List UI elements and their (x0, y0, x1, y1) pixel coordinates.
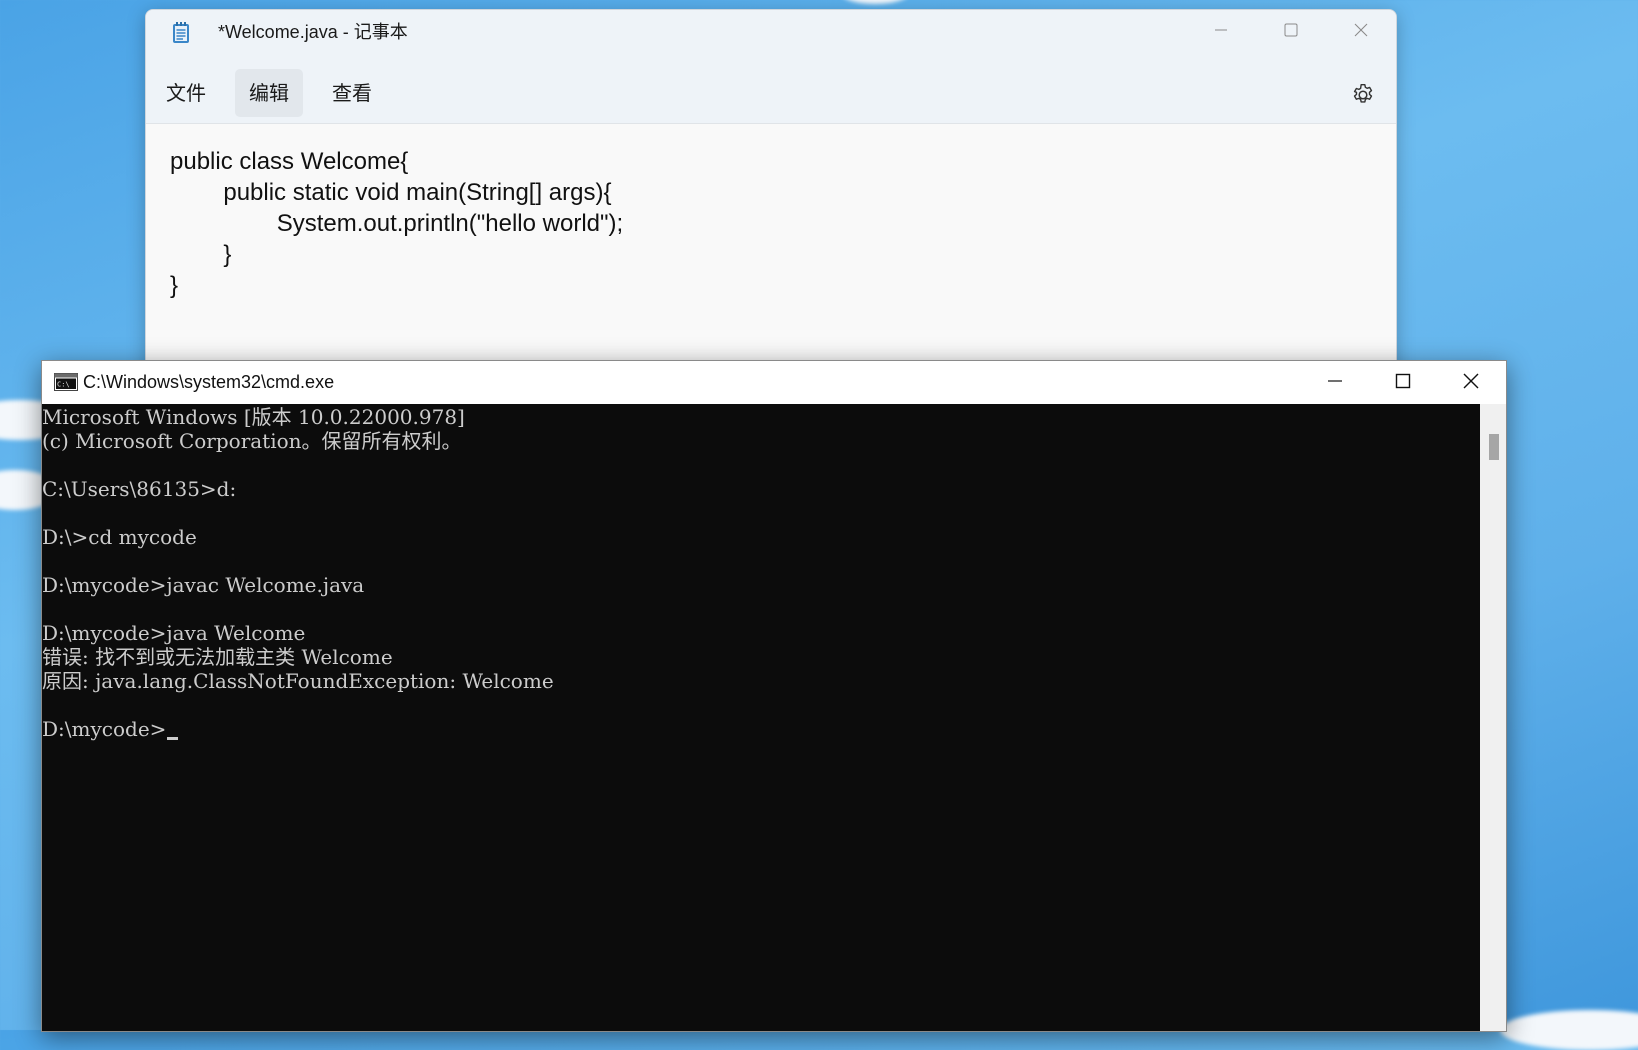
console-line: D:\mycode>javac Welcome.java (42, 573, 365, 597)
svg-text:C:\: C:\ (57, 381, 70, 389)
console-line: (c) Microsoft Corporation。保留所有权利。 (42, 429, 462, 453)
notepad-icon (172, 22, 190, 44)
notepad-maximize-button[interactable] (1256, 10, 1326, 54)
minimize-icon (1213, 22, 1229, 42)
menu-file[interactable]: 文件 (152, 69, 220, 117)
cmd-title: C:\Windows\system32\cmd.exe (83, 372, 335, 392)
wallpaper-cloud (1500, 1010, 1638, 1050)
editor-line: public class Welcome{ (170, 148, 409, 175)
menu-view[interactable]: 查看 (318, 69, 386, 117)
maximize-icon (1395, 373, 1411, 393)
menu-edit[interactable]: 编辑 (235, 69, 303, 117)
cmd-maximize-button[interactable] (1370, 361, 1436, 405)
editor-line: public static void main(String[] args){ (170, 179, 612, 206)
console-line: D:\mycode>java Welcome (42, 621, 306, 645)
console-line: 错误: 找不到或无法加载主类 Welcome (42, 645, 393, 669)
cmd-scrollbar[interactable] (1480, 404, 1506, 1031)
notepad-window: *Welcome.java - 记事本 文件 编辑 查看 public clas… (145, 9, 1397, 391)
scrollbar-thumb[interactable] (1489, 434, 1499, 460)
cmd-icon: C:\ (54, 373, 78, 391)
notepad-titlebar[interactable]: *Welcome.java - 记事本 (146, 10, 1396, 56)
console-line: Microsoft Windows [版本 10.0.22000.978] (42, 405, 465, 429)
editor-line: } (170, 272, 179, 299)
notepad-menubar: 文件 编辑 查看 (146, 56, 1396, 124)
cmd-close-button[interactable] (1436, 361, 1506, 405)
editor-line: System.out.println("hello world"); (170, 210, 624, 237)
maximize-icon (1283, 22, 1299, 42)
close-icon (1353, 22, 1369, 42)
cmd-titlebar[interactable]: C:\ C:\Windows\system32\cmd.exe (42, 361, 1506, 404)
close-icon (1462, 372, 1480, 394)
wallpaper-cloud (840, 0, 910, 4)
gear-icon[interactable] (1350, 82, 1376, 108)
notepad-minimize-button[interactable] (1186, 10, 1256, 54)
cmd-minimize-button[interactable] (1302, 361, 1368, 405)
console-line: 原因: java.lang.ClassNotFoundException: We… (42, 669, 554, 693)
text-cursor (167, 737, 179, 740)
console-line: C:\Users\86135>d: (42, 477, 237, 501)
console-line: D:\>cd mycode (42, 525, 197, 549)
cmd-console[interactable]: Microsoft Windows [版本 10.0.22000.978] (c… (42, 404, 1480, 1031)
minimize-icon (1327, 373, 1343, 393)
cmd-window: C:\ C:\Windows\system32\cmd.exe Microsof… (41, 360, 1507, 1032)
console-prompt-line: D:\mycode> (42, 717, 1480, 741)
console-prompt: D:\mycode> (42, 717, 167, 741)
notepad-close-button[interactable] (1326, 10, 1396, 54)
notepad-title: *Welcome.java - 记事本 (218, 22, 408, 42)
notepad-editor[interactable]: public class Welcome{ public static void… (146, 124, 1396, 390)
editor-line: } (170, 241, 232, 268)
